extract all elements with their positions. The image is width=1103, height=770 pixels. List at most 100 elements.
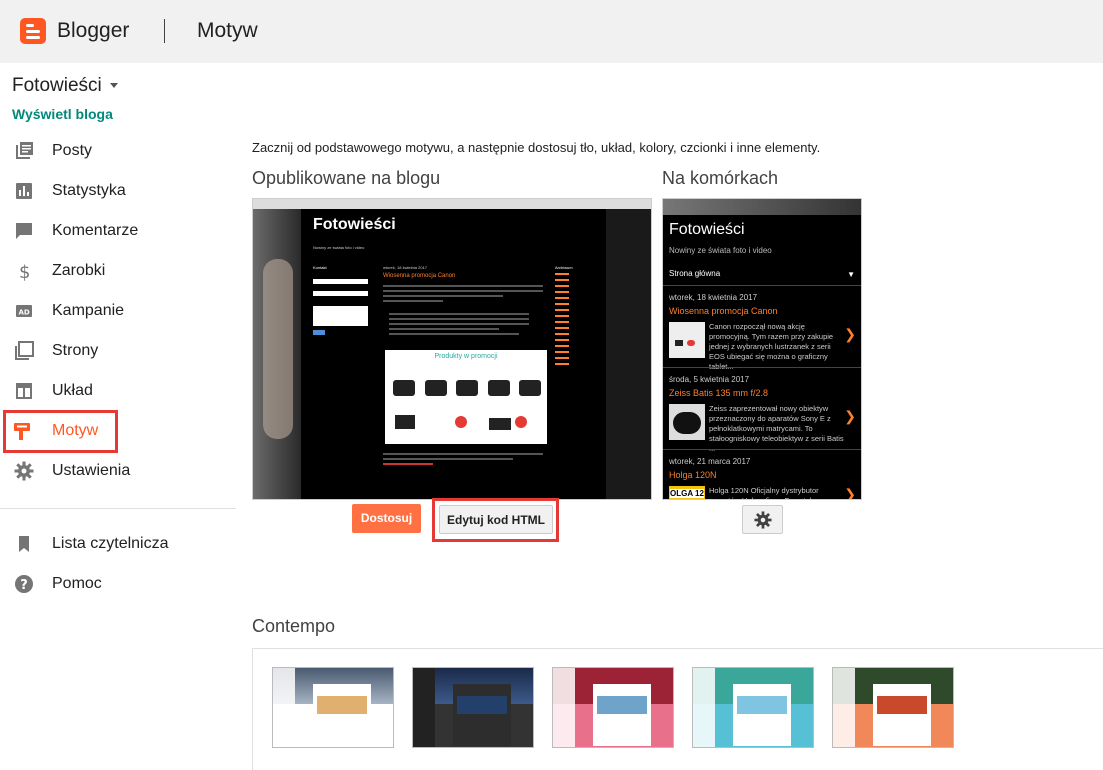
pages-icon [15,341,34,360]
preview-navbar [253,199,651,209]
chevron-right-icon[interactable]: ❯ [844,326,856,343]
page-title: Motyw [197,19,258,42]
view-blog-link[interactable]: Wyświetl bloga [12,106,113,122]
posts-icon [16,142,33,159]
blogger-logo-icon[interactable] [20,18,46,44]
mobile-post-date: środa, 5 kwietnia 2017 [669,375,750,384]
mobile-blog-title: Fotowieści [669,221,745,238]
theme-thumbnail[interactable] [412,667,534,748]
mobile-post-thumbnail: OLGA 12 [669,486,705,499]
sidebar-item-label: Posty [52,142,93,159]
sidebar-divider [0,508,236,509]
mobile-post: wtorek, 21 marca 2017 Holga 120N OLGA 12… [663,449,861,499]
contempo-section-title: Contempo [252,616,336,636]
preview-archive-list [555,273,569,369]
mobile-nav-dropdown-icon: ▼ [847,270,855,279]
app-header: Blogger Motyw [0,0,1103,63]
mobile-post-thumbnail [669,322,705,358]
gear-icon [14,461,34,481]
mobile-thumb-label: OLGA 12 [670,489,704,498]
preview-post-list [389,313,529,338]
preview-tagline: Nowiny ze świata foto i video [313,245,365,250]
preview-post-text [383,285,543,305]
preview-promo-box: Produkty w promocji [385,350,547,444]
sidebar-item-label: Kampanie [52,302,125,319]
sidebar-item-komentarze[interactable]: Komentarze [12,216,237,246]
preview-email-field [313,291,368,296]
mobile-post-date: wtorek, 18 kwietnia 2017 [669,293,758,302]
mobile-post: wtorek, 18 kwietnia 2017 Wiosenna promoc… [663,285,861,371]
mobile-post-title: Zeiss Batis 135 mm f/2.8 [669,388,769,398]
blog-name: Fotowieści [12,75,102,96]
customize-button[interactable]: Dostosuj [352,504,421,533]
preview-blog-title: Fotowieści [313,216,396,233]
preview-archive-label: Archiwum [555,265,573,270]
sidebar-item-label: Pomoc [52,575,102,592]
sidebar-item-pomoc[interactable]: ? Pomoc [12,569,237,599]
caret-down-icon [109,83,118,89]
mobile-post-thumbnail [669,404,705,440]
layout-icon [16,383,32,399]
sidebar-item-label: Zarobki [52,262,106,279]
sidebar-item-label: Statystyka [52,182,126,199]
sidebar-item-label: Lista czytelnicza [52,535,169,552]
app-brand[interactable]: Blogger [57,19,129,43]
help-icon: ? [15,575,33,593]
sidebar-item-label: Strony [52,342,99,359]
sidebar-item-statystyka[interactable]: Statystyka [12,176,237,206]
header-divider [164,19,165,43]
comments-icon [16,223,32,239]
sidebar-item-uklad[interactable]: Układ [12,376,237,406]
mobile-post-excerpt: Canon rozpoczął nową akcję promocyjną. T… [709,322,834,371]
preview-promo-title: Produkty w promocji [434,353,498,360]
sidebar-item-kampanie[interactable]: AD Kampanie [12,296,237,326]
mobile-nav-label: Strona główna [669,269,721,278]
theme-thumbnail[interactable] [832,667,954,748]
theme-icon [14,423,30,440]
published-section-title: Opublikowane na blogu [252,168,441,188]
bookmark-icon [19,536,29,552]
sidebar-item-zarobki[interactable]: $ Zarobki [12,256,237,286]
theme-thumbnail[interactable] [272,667,394,748]
preview-post-footer [383,453,543,468]
blog-selector[interactable]: Fotowieści [12,75,118,97]
mobile-header-image [663,199,861,215]
preview-camera-row [393,374,541,396]
stats-icon [16,183,32,199]
sidebar-item-posty[interactable]: Posty [12,136,237,166]
chevron-right-icon[interactable]: ❯ [844,408,856,425]
mobile-post-title: Wiosenna promocja Canon [669,306,778,316]
sidebar-item-label: Układ [52,382,93,399]
mobile-settings-button[interactable] [742,505,783,534]
edit-html-button[interactable]: Edytuj kod HTML [439,505,553,534]
theme-thumbnail[interactable] [692,667,814,748]
chevron-right-icon[interactable]: ❯ [844,486,856,499]
preview-post-date: wtorek, 18 kwietnia 2017 [383,265,428,270]
preview-post-title: Wiosenna promocja Canon [383,273,456,279]
theme-thumbnail[interactable] [552,667,674,748]
sidebar-item-motyw[interactable]: Motyw [3,410,118,453]
sidebar-item-strony[interactable]: Strony [12,336,237,366]
mobile-post-date: wtorek, 21 marca 2017 [669,457,751,466]
preview-contact-label: Kontakt [313,265,327,270]
mobile-post-title: Holga 120N [669,470,717,480]
mobile-theme-preview[interactable]: Fotowieści Nowiny ze świata foto i video… [662,198,862,500]
mobile-section-title: Na komórkach [662,168,779,188]
preview-hand-image [263,259,293,439]
mobile-tagline: Nowiny ze świata foto i video [669,246,772,255]
sidebar-item-lista-czytelnicza[interactable]: Lista czytelnicza [12,529,237,559]
svg-text:AD: AD [19,309,30,317]
mobile-post: środa, 5 kwietnia 2017 Zeiss Batis 135 m… [663,367,861,453]
svg-text:$: $ [19,262,30,281]
preview-message-field [313,306,368,326]
theme-intro-text: Zacznij od podstawowego motywu, a następ… [252,140,821,155]
mobile-post-excerpt: Zeiss zaprezentował nowy obiektyw przezn… [709,404,844,453]
mobile-post-excerpt: Holga 120N Oficjalny dystrybutor aparató… [709,486,819,499]
sidebar-item-label: Ustawienia [52,462,131,479]
sidebar-item-ustawienia[interactable]: Ustawienia [12,456,237,486]
desktop-theme-preview[interactable]: Fotowieści Nowiny ze świata foto i video… [252,198,652,500]
preview-send-button [313,330,325,335]
preview-name-field [313,279,368,284]
dollar-icon: $ [19,262,30,281]
sidebar-item-label: Komentarze [52,222,139,239]
